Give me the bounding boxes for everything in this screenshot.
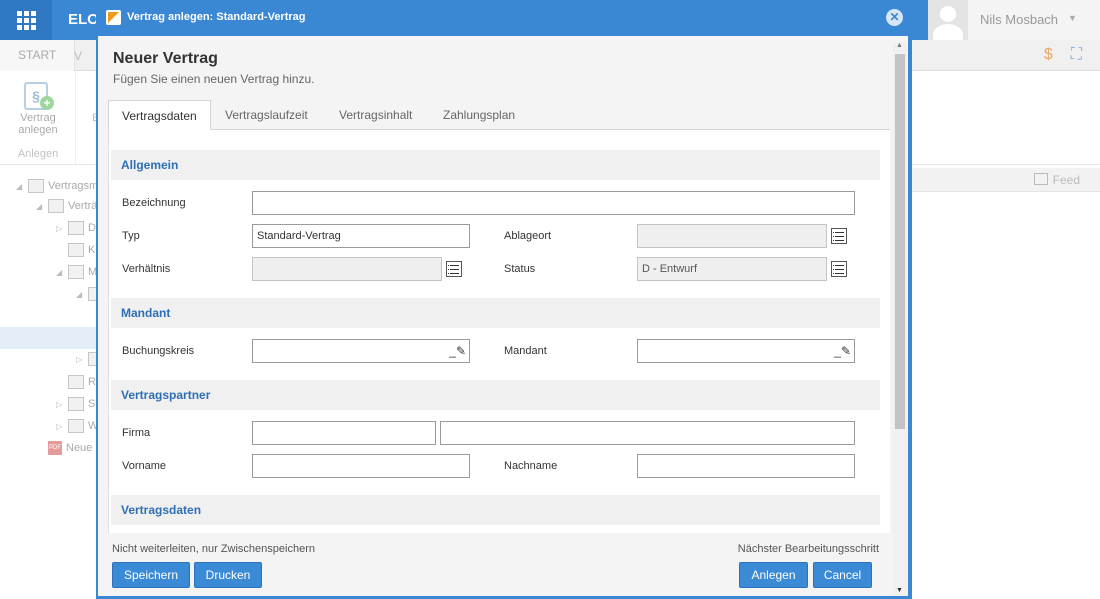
ribbon-group-label: Anlegen — [17, 148, 59, 160]
page-subtitle: Fügen Sie einen neuen Vertrag hinzu. — [113, 72, 315, 86]
folder-icon — [28, 179, 44, 193]
folder-icon — [68, 375, 84, 389]
user-menu[interactable]: Nils Mosbach ▼ — [928, 0, 1100, 40]
folder-icon — [48, 199, 64, 213]
tab-vertragsdaten[interactable]: Vertragsdaten — [108, 100, 211, 130]
tab-vertragsinhalt[interactable]: Vertragsinhalt — [326, 100, 425, 130]
cancel-button[interactable]: Cancel — [813, 562, 872, 588]
fullscreen-icon[interactable]: ⛶ — [1071, 46, 1082, 64]
pencil-icon[interactable]: _✎ — [449, 344, 466, 358]
buchungskreis-field[interactable]: _✎ — [252, 339, 470, 363]
user-name: Nils Mosbach — [980, 12, 1059, 27]
ablageort-field[interactable] — [637, 224, 827, 248]
tree-item[interactable]: R — [68, 372, 96, 392]
new-contract-dialog: Vertrag anlegen: Standard-Vertrag ✕ Neue… — [96, 0, 912, 599]
elo-logo-icon — [106, 10, 121, 25]
plus-icon: + — [40, 96, 54, 110]
status-value: D - Entwurf — [642, 263, 698, 275]
feed-label[interactable]: Feed — [1053, 173, 1080, 187]
app-title: ELO — [68, 11, 99, 28]
dialog-body: Neuer Vertrag Fügen Sie einen neuen Vert… — [98, 36, 908, 596]
verhaeltnis-field[interactable] — [252, 257, 442, 281]
tree-selected-row[interactable] — [0, 327, 96, 349]
tree-item[interactable]: ▷ W — [56, 416, 98, 436]
tree-item[interactable]: ◢ Verträ — [36, 196, 97, 216]
scroll-up-icon[interactable]: ▲ — [896, 42, 903, 49]
dialog-title: Vertrag anlegen: Standard-Vertrag — [127, 11, 306, 23]
section-vertragsdaten: Vertragsdaten — [111, 495, 880, 525]
status-label: Status — [504, 263, 536, 275]
status-list-icon[interactable] — [831, 261, 847, 277]
create-button[interactable]: Anlegen — [739, 562, 808, 588]
section-vertragspartner: Vertragspartner — [111, 380, 880, 410]
tree-item[interactable]: ▷ D — [56, 218, 96, 238]
pdf-icon: PDF — [48, 441, 62, 455]
status-field[interactable]: D - Entwurf — [637, 257, 827, 281]
vorname-label: Vorname — [122, 460, 167, 472]
typ-field[interactable]: Standard-Vertrag — [252, 224, 470, 248]
firma-field[interactable] — [252, 421, 436, 445]
folder-icon — [68, 243, 84, 257]
buchungskreis-label: Buchungskreis — [122, 345, 195, 357]
section-title: Allgemein — [121, 158, 179, 172]
nachname-label: Nachname — [504, 460, 558, 472]
dialog-titlebar[interactable]: Vertrag anlegen: Standard-Vertrag ✕ — [96, 0, 912, 36]
scrollbar-thumb[interactable] — [895, 54, 905, 429]
feed-icon[interactable] — [1034, 173, 1048, 185]
tab-second[interactable]: V — [74, 49, 82, 63]
print-button[interactable]: Drucken — [194, 562, 262, 588]
tree-item[interactable]: ◢ Vertragsm — [16, 176, 98, 196]
new-contract-button[interactable]: Vertrag anlegen — [8, 112, 68, 136]
folder-icon — [68, 265, 84, 279]
bezeichnung-label: Bezeichnung — [122, 197, 186, 209]
section-title: Mandant — [121, 306, 171, 320]
tree-item[interactable]: ◢ M — [56, 262, 97, 282]
forward-option-text[interactable]: Nicht weiterleiten, nur Zwischenspeicher… — [112, 543, 315, 555]
ribbon-group-anlegen: § + Vertrag anlegen Anlegen — [0, 72, 76, 165]
section-mandant: Mandant — [111, 298, 880, 328]
pencil-icon[interactable]: _✎ — [834, 344, 851, 358]
nachname-field[interactable] — [637, 454, 855, 478]
section-title: Vertragspartner — [121, 388, 211, 402]
tab-start[interactable]: START — [0, 40, 76, 71]
tab-zahlungsplan[interactable]: Zahlungsplan — [430, 100, 528, 130]
form-content: Allgemein Bezeichnung Typ Standard-Vertr… — [108, 130, 890, 533]
section-allgemein: Allgemein — [111, 150, 880, 180]
dialog-tabs: Vertragsdaten Vertragslaufzeit Vertragsi… — [108, 100, 890, 130]
feed-bar: Feed — [912, 168, 1100, 192]
tree-item[interactable]: ▷ S — [56, 394, 95, 414]
app-grid-icon[interactable] — [0, 0, 52, 40]
vorname-field[interactable] — [252, 454, 470, 478]
verhaeltnis-label: Verhältnis — [122, 263, 171, 275]
tab-vertragslaufzeit[interactable]: Vertragslaufzeit — [212, 100, 321, 130]
mandant-field[interactable]: _✎ — [637, 339, 855, 363]
dialog-scrollbar[interactable]: ▲ ▼ — [893, 42, 907, 596]
scroll-down-icon[interactable]: ▼ — [896, 587, 903, 594]
firma-name-field[interactable] — [440, 421, 855, 445]
ablageort-list-icon[interactable] — [831, 228, 847, 244]
typ-label: Typ — [122, 230, 140, 242]
repository-tree: ◢ Vertragsm ◢ Verträ ▷ D K ◢ M ◢ ▷ R ▷ S ▷ W P… — [0, 168, 104, 468]
page-title: Neuer Vertrag — [113, 50, 218, 67]
avatar — [928, 0, 968, 40]
tree-item[interactable]: PDF Neue — [48, 438, 92, 458]
next-step-text[interactable]: Nächster Bearbeitungsschritt — [738, 543, 879, 555]
mandant-label: Mandant — [504, 345, 547, 357]
chevron-down-icon: ▼ — [1068, 13, 1077, 23]
ablageort-label: Ablageort — [504, 230, 552, 242]
tree-item[interactable]: K — [68, 240, 95, 260]
folder-icon — [68, 221, 84, 235]
dollar-icon[interactable]: $ — [1044, 46, 1053, 64]
section-title: Vertragsdaten — [121, 503, 202, 517]
close-icon[interactable]: ✕ — [886, 9, 903, 26]
bezeichnung-field[interactable] — [252, 191, 855, 215]
folder-icon — [68, 419, 84, 433]
verhaeltnis-list-icon[interactable] — [446, 261, 462, 277]
firma-label: Firma — [122, 427, 151, 439]
folder-icon — [68, 397, 84, 411]
save-button[interactable]: Speichern — [112, 562, 190, 588]
